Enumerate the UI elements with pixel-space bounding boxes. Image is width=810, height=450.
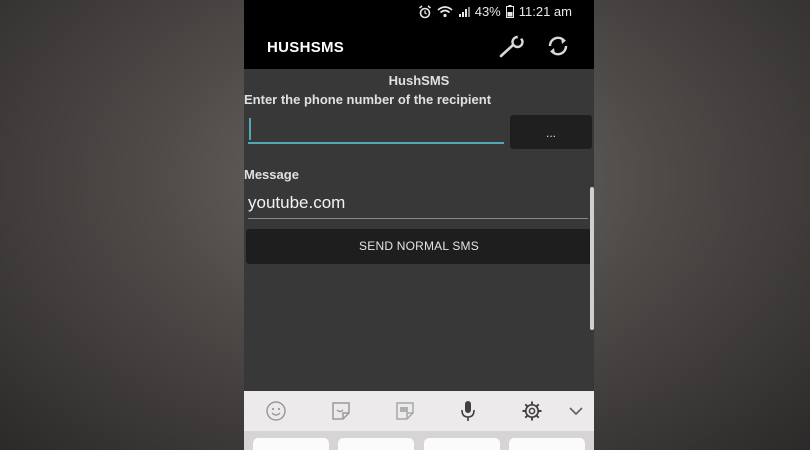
keyboard-key[interactable] [338,438,414,450]
phone-screen: 43% 11:21 am HUSHSMS HushSMS Enter the p… [244,0,594,450]
collapse-chevron-icon[interactable] [568,404,584,422]
emoji-icon[interactable] [265,400,287,427]
refresh-icon[interactable] [546,34,570,63]
message-label: Message [244,167,299,182]
scrollbar[interactable] [590,187,594,330]
alarm-icon [418,4,432,19]
app-title: HUSHSMS [267,39,345,56]
message-input[interactable]: youtube.com [248,193,588,219]
text-cursor [249,118,251,140]
keyboard-key[interactable] [509,438,585,450]
keyboard-key[interactable] [253,438,329,450]
microphone-icon[interactable] [458,400,478,427]
clock: 11:21 am [518,4,572,19]
status-bar: 43% 11:21 am [244,0,594,24]
battery-icon [505,5,514,18]
keyboard-key[interactable] [424,438,500,450]
keyboard-toolbar [244,391,594,431]
wifi-icon [437,5,453,18]
contact-picker-button[interactable]: ... [510,115,592,149]
app-bar: HUSHSMS [244,24,594,69]
send-normal-sms-button[interactable]: SEND NORMAL SMS [246,229,592,264]
phone-number-input[interactable] [248,114,504,144]
page-heading: HushSMS [388,73,450,88]
wrench-icon[interactable] [498,34,526,64]
phone-number-label: Enter the phone number of the recipient [244,92,492,107]
gif-icon[interactable] [394,400,416,427]
battery-level: 43% [474,4,501,19]
settings-icon[interactable] [521,400,543,427]
signal-icon [458,6,470,18]
sticker-icon[interactable] [330,400,352,427]
keyboard-keys [244,431,594,450]
